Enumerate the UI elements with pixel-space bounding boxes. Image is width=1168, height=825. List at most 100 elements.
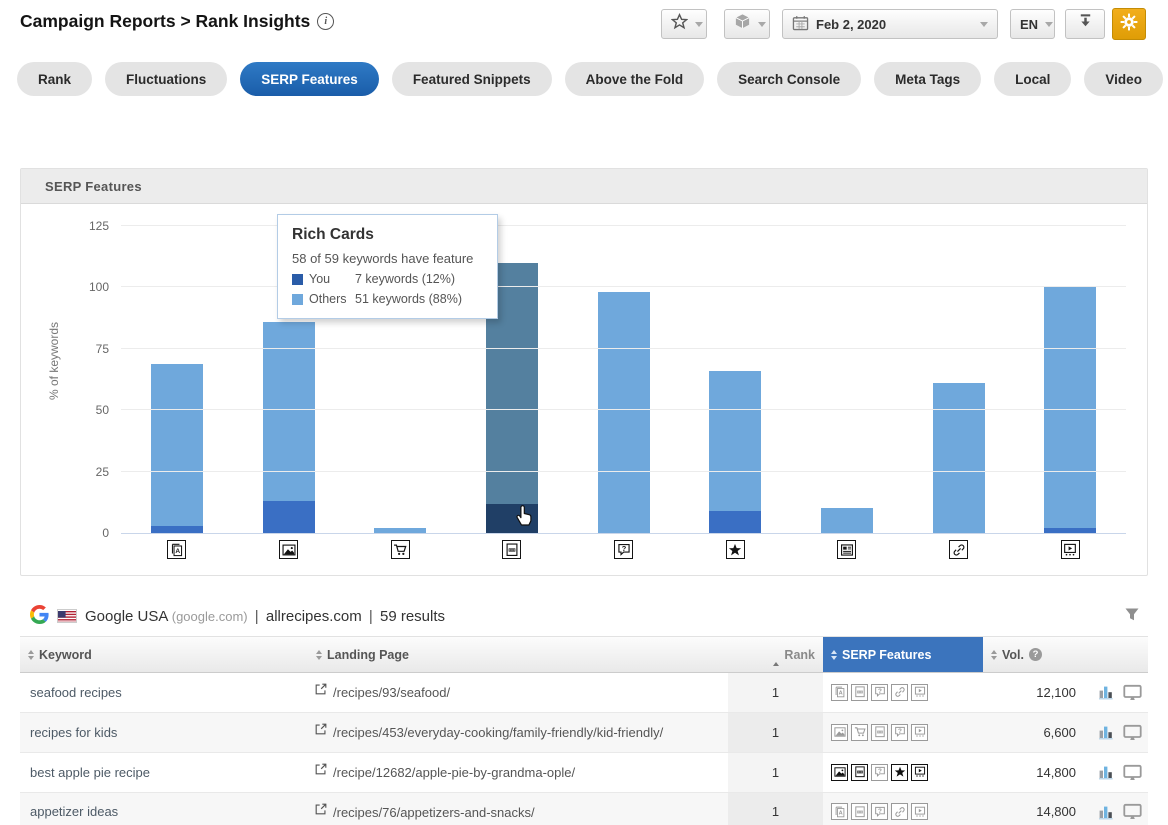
bar-slot xyxy=(791,226,903,533)
panel-title: SERP Features xyxy=(45,179,142,194)
bar-shopping[interactable] xyxy=(374,528,426,533)
chevron-down-icon xyxy=(1045,22,1053,27)
serp-snapshot-icon[interactable] xyxy=(1123,724,1142,741)
legend-swatch xyxy=(292,294,303,305)
column-header-serp-features[interactable]: SERP Features xyxy=(823,637,983,672)
tab-serp-features[interactable]: SERP Features xyxy=(240,62,379,96)
tooltip-legend-row: You7 keywords (12%) xyxy=(292,272,483,286)
bar-news[interactable] xyxy=(821,508,873,533)
chevron-down-icon xyxy=(695,22,703,27)
volume-cell: 14,800 xyxy=(983,793,1088,825)
bar-questions-answers[interactable] xyxy=(598,292,650,533)
landing-page-link[interactable]: /recipes/93/seafood/ xyxy=(308,673,728,712)
column-header-rank[interactable]: Rank xyxy=(728,637,823,672)
image-pack-icon xyxy=(831,764,848,781)
column-header-landing-page[interactable]: Landing Page xyxy=(308,637,728,672)
legend-label: Others xyxy=(309,292,355,306)
landing-page-link[interactable]: /recipe/12682/apple-pie-by-grandma-ople/ xyxy=(308,753,728,792)
serp-snapshot-icon[interactable] xyxy=(1123,764,1142,781)
table-row: appetizer ideas/recipes/76/appetizers-an… xyxy=(20,793,1148,825)
row-actions xyxy=(1088,713,1148,752)
download-button[interactable] xyxy=(1065,9,1105,39)
svg-text:?: ? xyxy=(878,768,882,775)
svg-text:A: A xyxy=(838,811,842,817)
rank-cell: 1 xyxy=(728,713,823,752)
x-axis-category xyxy=(344,540,456,559)
tab-meta-tags[interactable]: Meta Tags xyxy=(874,62,981,96)
tab-rank[interactable]: Rank xyxy=(17,62,92,96)
svg-text:?: ? xyxy=(898,728,902,735)
help-icon[interactable]: ? xyxy=(1029,648,1042,661)
table-row: best apple pie recipe/recipe/12682/apple… xyxy=(20,753,1148,793)
landing-page-url: /recipes/76/appetizers-and-snacks/ xyxy=(333,804,535,823)
keyword-trend-icon[interactable] xyxy=(1098,684,1115,700)
chart-plot xyxy=(121,226,1126,534)
svg-text:?: ? xyxy=(878,808,882,815)
bar-sitelinks[interactable] xyxy=(933,383,985,533)
package-dropdown-button[interactable] xyxy=(724,9,770,39)
landing-page-url: /recipes/453/everyday-cooking/family-fri… xyxy=(333,724,663,743)
panel-header: SERP Features xyxy=(21,169,1147,204)
language-dropdown[interactable]: EN xyxy=(1010,9,1055,39)
bar-segment-others xyxy=(263,322,315,501)
sort-asc-icon xyxy=(773,648,779,662)
y-tick-label: 75 xyxy=(96,342,109,356)
tab-video[interactable]: Video xyxy=(1084,62,1163,96)
bar-segment-you xyxy=(151,526,203,533)
y-axis-label: % of keywords xyxy=(47,306,61,416)
search-engine-label: Google USA (google.com) | allrecipes.com… xyxy=(85,608,445,625)
tab-above-the-fold[interactable]: Above the Fold xyxy=(565,62,705,96)
tooltip-title: Rich Cards xyxy=(292,226,483,244)
language-value: EN xyxy=(1020,17,1038,32)
questions-answers-icon: ? xyxy=(871,684,888,701)
keyword-trend-icon[interactable] xyxy=(1098,724,1115,740)
rank-insights-page: Campaign Reports > Rank Insights i Feb 2… xyxy=(0,0,1168,825)
image-pack-icon xyxy=(831,724,848,741)
star-icon xyxy=(671,13,688,35)
serp-snapshot-icon[interactable] xyxy=(1123,684,1142,701)
video-icon xyxy=(911,803,928,820)
tab-local[interactable]: Local xyxy=(994,62,1071,96)
filter-icon[interactable] xyxy=(1124,607,1140,626)
bar-reviews[interactable] xyxy=(709,371,761,533)
gridline xyxy=(121,286,1126,287)
info-icon[interactable]: i xyxy=(317,13,334,30)
serp-features-cell: A? xyxy=(823,673,983,712)
serp-snapshot-icon[interactable] xyxy=(1123,803,1142,820)
legend-value: 51 keywords (88%) xyxy=(355,292,462,306)
bar-segment-others xyxy=(151,364,203,526)
serp-features-cell: ? xyxy=(823,713,983,752)
y-tick-label: 100 xyxy=(89,280,109,294)
tab-featured-snippets[interactable]: Featured Snippets xyxy=(392,62,552,96)
sort-icon xyxy=(316,650,322,660)
paid-ads-icon: A xyxy=(167,540,186,559)
sort-icon xyxy=(991,650,997,660)
mouse-cursor-icon xyxy=(512,503,535,532)
favorites-dropdown-button[interactable] xyxy=(661,9,707,39)
rich-cards-icon xyxy=(851,684,868,701)
rich-cards-icon xyxy=(851,803,868,820)
calendar-icon xyxy=(792,15,809,34)
page-title: Campaign Reports > Rank Insights i xyxy=(20,11,334,32)
bar-paid-ads[interactable] xyxy=(151,364,203,533)
column-header-keyword[interactable]: Keyword xyxy=(20,637,308,672)
landing-page-link[interactable]: /recipes/76/appetizers-and-snacks/ xyxy=(308,793,728,825)
keyword-trend-icon[interactable] xyxy=(1098,764,1115,780)
column-header-vol-[interactable]: Vol.? xyxy=(983,637,1088,672)
row-actions xyxy=(1088,673,1148,712)
keyword-cell: appetizer ideas xyxy=(20,793,308,825)
chart-area: % of keywords 0255075100125 A? xyxy=(21,204,1147,576)
bar-image-pack[interactable] xyxy=(263,322,315,533)
rank-cell: 1 xyxy=(728,753,823,792)
tab-search-console[interactable]: Search Console xyxy=(717,62,861,96)
date-picker[interactable]: Feb 2, 2020 xyxy=(782,9,998,39)
settings-button[interactable] xyxy=(1112,8,1146,40)
tab-fluctuations[interactable]: Fluctuations xyxy=(105,62,227,96)
landing-page-link[interactable]: /recipes/453/everyday-cooking/family-fri… xyxy=(308,713,728,752)
keyword-trend-icon[interactable] xyxy=(1098,804,1115,820)
reviews-icon xyxy=(726,540,745,559)
svg-text:?: ? xyxy=(621,544,626,553)
cube-icon xyxy=(734,13,751,35)
bar-segment-you xyxy=(709,511,761,533)
questions-answers-icon: ? xyxy=(891,724,908,741)
